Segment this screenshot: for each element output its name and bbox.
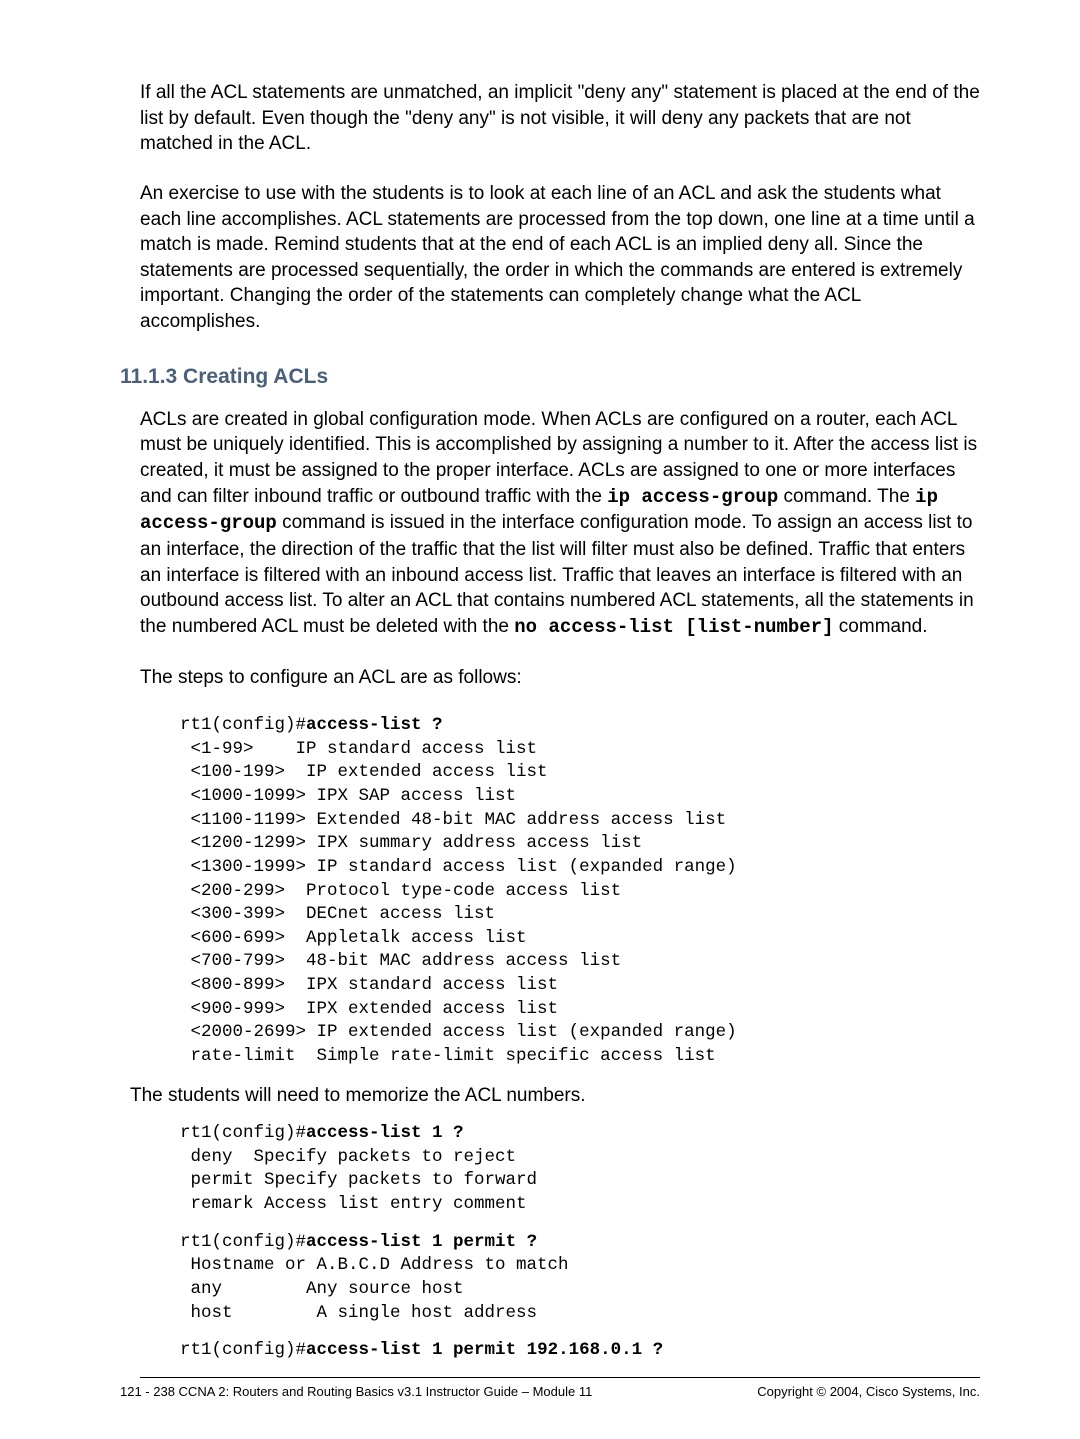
cli-output: deny Specify packets to reject permit Sp…: [180, 1147, 537, 1214]
code-block-access-list-1-help: rt1(config)#access-list 1 ? deny Specify…: [180, 1122, 980, 1217]
cli-output: Hostname or A.B.C.D Address to match any…: [180, 1255, 569, 1322]
cli-output: <1-99> IP standard access list <100-199>…: [180, 739, 737, 1066]
document-page: If all the ACL statements are unmatched,…: [0, 0, 1080, 1439]
section-heading: 11.1.3 Creating ACLs: [120, 365, 980, 389]
inline-code-no-access-list: no access-list [list-number]: [514, 616, 833, 638]
cli-command: access-list 1 ?: [306, 1123, 464, 1143]
cli-command: access-list ?: [306, 715, 443, 735]
cli-prompt: rt1(config)#: [180, 1123, 306, 1143]
cli-prompt: rt1(config)#: [180, 1232, 306, 1252]
p3-text-2: command. The: [778, 486, 915, 507]
cli-command: access-list 1 permit ?: [306, 1232, 537, 1252]
inline-code-ip-access-group-1: ip access-group: [607, 486, 778, 508]
p3-text-4: command.: [834, 616, 928, 637]
code-block-access-list-1-permit-ip: rt1(config)#access-list 1 permit 192.168…: [180, 1339, 980, 1363]
paragraph-1: If all the ACL statements are unmatched,…: [140, 80, 980, 157]
cli-prompt: rt1(config)#: [180, 715, 306, 735]
paragraph-4: The steps to configure an ACL are as fol…: [140, 665, 980, 691]
paragraph-3: ACLs are created in global configuration…: [140, 407, 980, 641]
code-block-access-list-help: rt1(config)#access-list ? <1-99> IP stan…: [180, 714, 980, 1068]
footer-divider: [140, 1377, 980, 1378]
paragraph-2: An exercise to use with the students is …: [140, 181, 980, 335]
code-block-access-list-1-permit-help: rt1(config)#access-list 1 permit ? Hostn…: [180, 1231, 980, 1326]
paragraph-5: The students will need to memorize the A…: [130, 1083, 980, 1109]
cli-prompt: rt1(config)#: [180, 1340, 306, 1360]
cli-command: access-list 1 permit 192.168.0.1 ?: [306, 1340, 663, 1360]
